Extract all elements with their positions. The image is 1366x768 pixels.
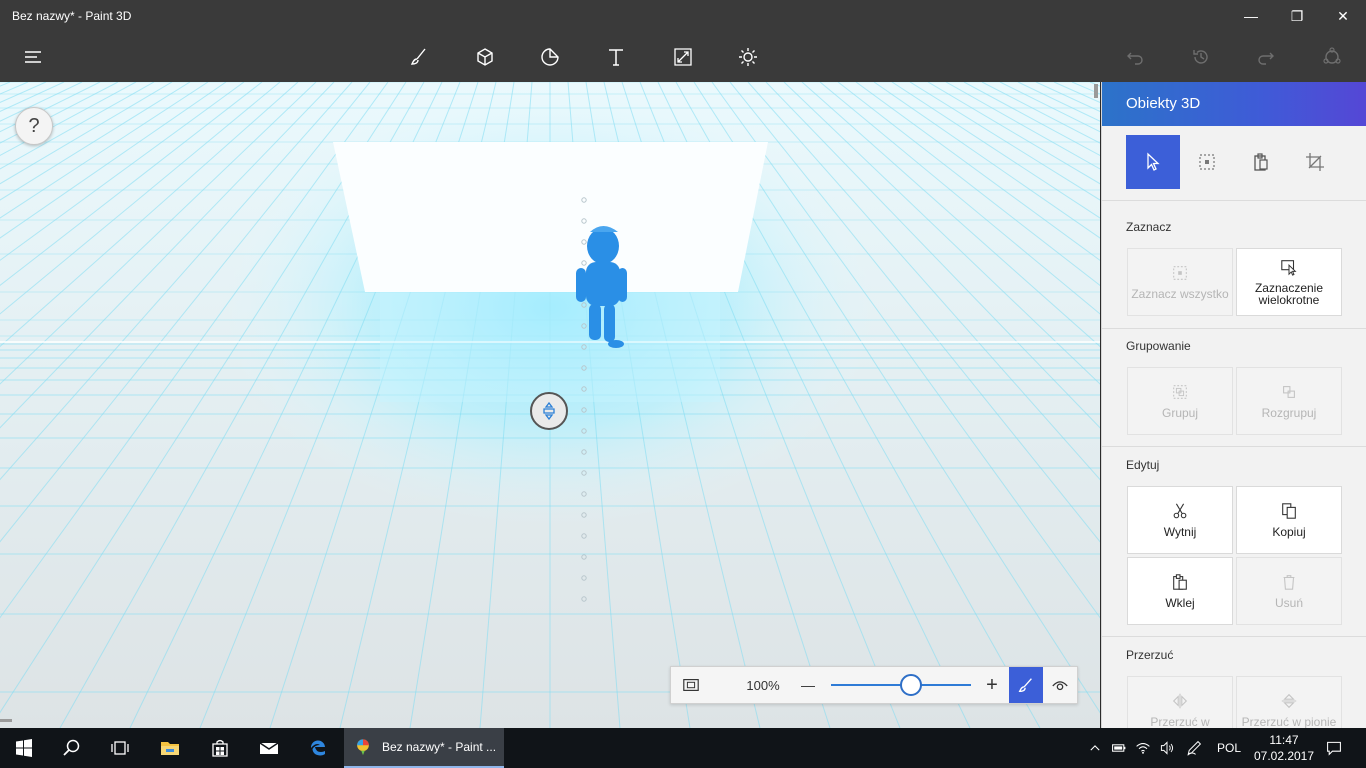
paint3d-window: Bez nazwy* - Paint 3D — ❐ ✕ ? 100% — + O…: [0, 0, 1366, 768]
horizontal-scrollbar[interactable]: [0, 719, 12, 722]
paste-button[interactable]: Wklej: [1127, 557, 1233, 625]
window-title: Bez nazwy* - Paint 3D: [12, 9, 132, 23]
windows-taskbar: Bez nazwy* - Paint ... POL 11:47 07.02.2…: [0, 728, 1366, 768]
section-label-group: Grupowanie: [1126, 339, 1191, 353]
flip-horizontal-button[interactable]: Przerzuć w: [1127, 676, 1233, 728]
taskbar-paint3d-app[interactable]: Bez nazwy* - Paint ...: [344, 728, 504, 768]
multi-select-button[interactable]: Zaznaczenie wielokrotne: [1236, 248, 1342, 316]
selection-mode-tabs: [1126, 135, 1346, 189]
volume-icon[interactable]: [1156, 728, 1178, 768]
history-icon[interactable]: [1184, 40, 1218, 74]
tab-crop[interactable]: [1288, 135, 1342, 189]
cut-label: Wytnij: [1163, 525, 1197, 539]
effects-sun-icon[interactable]: [731, 40, 765, 74]
canvas-resize-icon[interactable]: [666, 40, 700, 74]
panel-divider: [1102, 200, 1366, 201]
clock-time: 11:47: [1269, 733, 1299, 747]
group-button[interactable]: Grupuj: [1127, 367, 1233, 435]
language-indicator[interactable]: POL: [1212, 728, 1246, 768]
edge-browser-icon[interactable]: [294, 728, 342, 768]
tab-select-cursor[interactable]: [1126, 135, 1180, 189]
pen-ink-icon[interactable]: [1182, 728, 1206, 768]
panel-title: Obiekty 3D: [1102, 82, 1366, 126]
search-icon[interactable]: [48, 728, 96, 768]
cube-icon[interactable]: [468, 40, 502, 74]
panel-divider: [1102, 636, 1366, 637]
3d-canvas[interactable]: ? 100% — +: [0, 82, 1100, 728]
file-explorer-icon[interactable]: [146, 728, 194, 768]
start-windows-icon[interactable]: [0, 728, 48, 768]
canvas-plane: [333, 142, 768, 292]
zoom-out-button[interactable]: —: [795, 667, 821, 703]
main-toolbar: [0, 32, 1366, 82]
fit-to-screen-icon[interactable]: [671, 667, 711, 703]
mail-icon[interactable]: [245, 728, 293, 768]
select-all-label: Zaznacz wszystko: [1131, 287, 1229, 301]
maximize-button[interactable]: ❐: [1274, 0, 1320, 32]
close-button[interactable]: ✕: [1320, 0, 1366, 32]
text-icon[interactable]: [599, 40, 633, 74]
select-all-button[interactable]: Zaznacz wszystko: [1127, 248, 1233, 316]
help-button[interactable]: ?: [15, 107, 53, 145]
clock-date: 07.02.2017: [1253, 749, 1315, 763]
delete-label: Usuń: [1274, 596, 1303, 610]
section-label-flip: Przerzuć: [1126, 648, 1174, 662]
action-center-icon[interactable]: [1318, 728, 1350, 768]
section-label-edit: Edytuj: [1126, 458, 1160, 472]
task-view-icon[interactable]: [96, 728, 144, 768]
cut-button[interactable]: Wytnij: [1127, 486, 1233, 554]
redo-icon[interactable]: [1249, 40, 1283, 74]
paint3d-app-icon: [357, 739, 369, 756]
battery-icon[interactable]: [1108, 728, 1130, 768]
section-label-select: Zaznacz: [1126, 220, 1172, 234]
multi-select-label: Zaznaczenie wielokrotne: [1254, 281, 1324, 307]
panel-divider: [1102, 446, 1366, 447]
ungroup-label: Rozgrupuj: [1261, 406, 1317, 420]
flip-vertical-button[interactable]: Przerzuć w pionie: [1236, 676, 1342, 728]
copy-button[interactable]: Kopiuj: [1236, 486, 1342, 554]
tab-paste-clipboard[interactable]: [1234, 135, 1288, 189]
tab-select-area[interactable]: [1180, 135, 1234, 189]
system-clock[interactable]: 11:47 07.02.2017: [1250, 732, 1318, 764]
chevron-up-icon[interactable]: [1084, 728, 1106, 768]
taskbar-app-label: Bez nazwy* - Paint ...: [382, 740, 497, 754]
3d-objects-panel: Obiekty 3D Zaznacz Zaznacz wszystko Zazn…: [1101, 82, 1366, 728]
undo-icon[interactable]: [1118, 40, 1152, 74]
zoom-bar: 100% — +: [670, 666, 1078, 704]
title-bar: Bez nazwy* - Paint 3D — ❐ ✕: [0, 0, 1366, 32]
sticker-icon[interactable]: [533, 40, 567, 74]
vertical-scrollbar[interactable]: [1094, 84, 1098, 98]
store-icon[interactable]: [196, 728, 244, 768]
zoom-slider-thumb[interactable]: [900, 674, 922, 696]
move-handle-icon[interactable]: [530, 392, 568, 430]
panel-divider: [1102, 328, 1366, 329]
group-label: Grupuj: [1161, 406, 1199, 420]
ungroup-button[interactable]: Rozgrupuj: [1236, 367, 1342, 435]
copy-label: Kopiuj: [1272, 525, 1306, 539]
flip-vertical-label: Przerzuć w pionie: [1241, 715, 1337, 728]
menu-icon[interactable]: [16, 40, 50, 74]
2d-view-brush-icon[interactable]: [1009, 667, 1043, 703]
delete-button[interactable]: Usuń: [1236, 557, 1342, 625]
wifi-icon[interactable]: [1132, 728, 1154, 768]
3d-view-eye-icon[interactable]: [1043, 667, 1077, 703]
brush-icon[interactable]: [402, 40, 436, 74]
flip-horizontal-label: Przerzuć w: [1150, 715, 1210, 728]
zoom-in-button[interactable]: +: [979, 667, 1005, 703]
community-icon[interactable]: [1315, 40, 1349, 74]
minimize-button[interactable]: —: [1228, 0, 1274, 32]
paste-label: Wklej: [1165, 596, 1195, 610]
